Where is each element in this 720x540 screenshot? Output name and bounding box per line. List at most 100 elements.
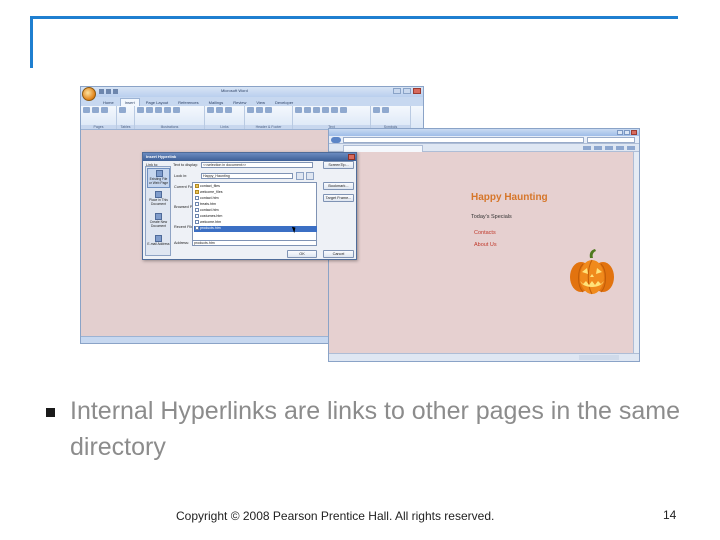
equation-icon[interactable] [373, 107, 380, 113]
link-to-option-label: Place in This Document [149, 198, 168, 206]
browser-search-box[interactable] [587, 137, 635, 143]
email-icon [155, 235, 162, 242]
print-icon[interactable] [605, 146, 613, 150]
tab-mailings[interactable]: Mailings [205, 99, 228, 106]
header-icon[interactable] [247, 107, 254, 113]
minimize-icon[interactable] [617, 130, 623, 135]
drop-cap-icon[interactable] [322, 107, 329, 113]
link-to-new-document[interactable]: Create New Document [147, 212, 170, 232]
link-to-email[interactable]: E-mail Address [147, 234, 170, 254]
ribbon-group-label: Pages [81, 125, 116, 129]
table-icon[interactable] [119, 107, 126, 113]
symbol-icon[interactable] [382, 107, 389, 113]
slide-accent-line-top [30, 16, 678, 19]
maximize-icon[interactable] [624, 130, 630, 135]
address-bar[interactable] [343, 137, 584, 143]
browser-window: Happy Haunting Today's Specials Contacts… [328, 128, 640, 362]
browser-tab[interactable] [343, 145, 423, 152]
back-forward-icon[interactable] [331, 137, 341, 143]
file-name: costumes.htm [200, 214, 223, 218]
tab-page-layout[interactable]: Page Layout [142, 99, 172, 106]
bookmark-button[interactable]: Bookmark... [323, 182, 354, 190]
file-name: contact_files [200, 184, 220, 188]
browser-titlebar [329, 129, 639, 136]
cancel-button[interactable]: Cancel [323, 250, 354, 258]
blank-page-icon[interactable] [92, 107, 99, 113]
up-folder-icon[interactable] [296, 172, 304, 180]
file-list-item[interactable]: contact.htm [195, 196, 219, 202]
maximize-icon[interactable] [403, 88, 411, 94]
link-to-option-label: Existing File or Web Page [148, 177, 169, 185]
copyright-footer: Copyright © 2008 Pearson Prentice Hall. … [176, 509, 495, 523]
footer-icon[interactable] [256, 107, 263, 113]
cross-reference-icon[interactable] [225, 107, 232, 113]
text-box-icon[interactable] [295, 107, 302, 113]
file-list-item[interactable]: treats.htm [195, 202, 216, 208]
signature-line-icon[interactable] [331, 107, 338, 113]
close-icon[interactable] [413, 88, 421, 94]
link-to-place-in-document[interactable]: Place in This Document [147, 190, 170, 210]
insert-hyperlink-dialog: Insert Hyperlink Link to: Text to displa… [142, 152, 357, 260]
redo-icon[interactable] [113, 89, 118, 94]
screentip-button[interactable]: ScreenTip... [323, 161, 354, 169]
home-icon[interactable] [583, 146, 591, 150]
tools-menu-icon[interactable] [627, 146, 635, 150]
ribbon: Pages Tables Illustrations Links Header … [81, 106, 423, 130]
office-button-icon[interactable] [82, 87, 96, 101]
hyperlink-icon[interactable] [207, 107, 214, 113]
quick-parts-icon[interactable] [304, 107, 311, 113]
tab-review[interactable]: Review [229, 99, 250, 106]
minimize-icon[interactable] [393, 88, 401, 94]
page-number-icon[interactable] [265, 107, 272, 113]
file-list-item-selected[interactable]: products.htm [194, 226, 317, 232]
tab-view[interactable]: View [252, 99, 269, 106]
browser-vertical-scrollbar[interactable] [633, 152, 639, 353]
ribbon-group-illustrations: Illustrations [135, 106, 205, 129]
ok-button[interactable]: OK [287, 250, 317, 258]
slide-number: 14 [663, 508, 677, 522]
browser-toolbar [583, 146, 635, 150]
file-list-item[interactable]: costumes.htm [195, 214, 222, 220]
picture-icon[interactable] [137, 107, 144, 113]
folder-icon [195, 190, 199, 194]
target-frame-button[interactable]: Target Frame... [323, 194, 354, 202]
undo-icon[interactable] [106, 89, 111, 94]
wordart-icon[interactable] [313, 107, 320, 113]
address-label: Address: [174, 241, 189, 245]
link-to-existing-file[interactable]: Existing File or Web Page [147, 168, 170, 188]
smartart-icon[interactable] [164, 107, 171, 113]
close-icon[interactable] [631, 130, 637, 135]
cover-page-icon[interactable] [83, 107, 90, 113]
tab-developer[interactable]: Developer [271, 99, 297, 106]
text-to-display-input[interactable]: <<selection in document>> [201, 162, 313, 168]
chart-icon[interactable] [173, 107, 180, 113]
ribbon-group-label: Header & Footer [245, 125, 292, 129]
feeds-icon[interactable] [594, 146, 602, 150]
file-list-item[interactable]: welcome_files [195, 190, 223, 196]
tab-insert[interactable]: Insert [119, 98, 140, 106]
tab-references[interactable]: References [174, 99, 202, 106]
page-break-icon[interactable] [101, 107, 108, 113]
file-list-item[interactable]: contact.htm [195, 208, 219, 214]
file-list-item[interactable]: welcome.htm [195, 220, 221, 226]
tab-home[interactable]: Home [99, 99, 118, 106]
ribbon-tabs: Home Insert Page Layout References Maili… [81, 97, 423, 106]
link-contacts[interactable]: Contacts [474, 230, 496, 236]
page-menu-icon[interactable] [616, 146, 624, 150]
web-file-icon [195, 220, 199, 224]
web-file-icon [195, 208, 199, 212]
bookmark-icon[interactable] [216, 107, 223, 113]
ribbon-group-label: Tables [117, 125, 134, 129]
link-about-us[interactable]: About Us [474, 242, 497, 248]
ribbon-group-header-footer: Header & Footer [245, 106, 293, 129]
dialog-close-icon[interactable] [348, 154, 355, 160]
save-icon[interactable] [99, 89, 104, 94]
address-input[interactable]: products.htm [192, 240, 317, 246]
file-list-item[interactable]: contact_files [195, 184, 220, 190]
browse-web-icon[interactable] [306, 172, 314, 180]
look-in-dropdown[interactable]: Happy_Haunting [201, 173, 293, 179]
shapes-icon[interactable] [155, 107, 162, 113]
clip-art-icon[interactable] [146, 107, 153, 113]
date-time-icon[interactable] [340, 107, 347, 113]
screenshot-composite: Microsoft Word Home Insert Page Layout R… [80, 86, 640, 362]
